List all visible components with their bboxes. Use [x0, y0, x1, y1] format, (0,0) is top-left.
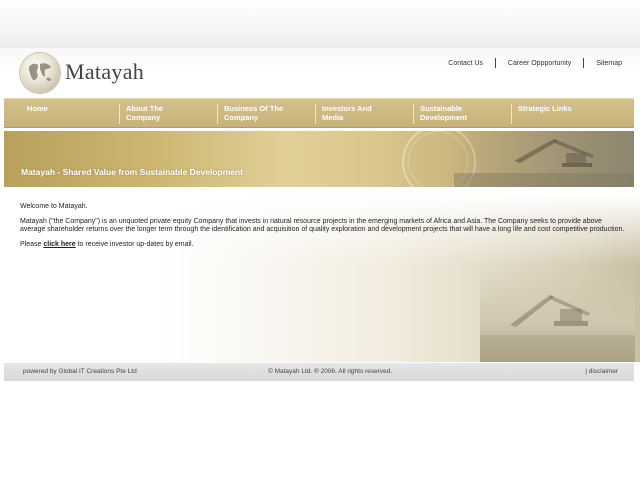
nav-label: Business Of The [224, 104, 284, 113]
mining-site-image [480, 265, 635, 362]
globe-icon [20, 53, 60, 93]
main-nav: Home About The Company Business Of The C… [4, 98, 634, 128]
hero-banner: Matayah - Shared Value from Sustainable … [4, 131, 634, 187]
nav-strategic-links[interactable]: Strategic Links [511, 104, 621, 124]
main-content: Welcome to Matayah. Matayah ("the Compan… [0, 195, 640, 362]
nav-label: Company [126, 113, 161, 122]
welcome-text: Welcome to Matayah. [20, 203, 88, 210]
sitemap-link[interactable]: Sitemap [596, 60, 622, 67]
nav-label: Company [224, 113, 259, 122]
content-text: Welcome to Matayah. Matayah ("the Compan… [20, 203, 625, 255]
contact-us-link[interactable]: Contact Us [448, 60, 483, 67]
logo[interactable]: Matayah [20, 53, 160, 95]
logo-text: Matayah [65, 59, 145, 84]
career-opportunity-link[interactable]: Career Oppportunity [508, 60, 571, 67]
nav-investors-and-media[interactable]: Investors And Media [315, 104, 413, 124]
banner-title: Matayah - Shared Value from Sustainable … [21, 167, 244, 177]
header: Matayah Contact Us Career Oppportunity Sit… [0, 48, 640, 98]
intro-paragraph: Matayah ("the Company") is an unquoted p… [20, 217, 625, 234]
signup-suffix: to receive investor up-dates by email. [75, 240, 194, 248]
divider [494, 58, 496, 68]
mining-machine-image [454, 131, 634, 187]
nav-label: Development [420, 113, 468, 122]
divider [583, 58, 585, 68]
powered-by-text: powered by Global IT Creations Pte Ltd [23, 368, 137, 375]
signup-line: Please click here to receive investor up… [20, 241, 625, 250]
signup-prefix: Please [20, 240, 44, 248]
nav-home[interactable]: Home [27, 104, 119, 124]
nav-about-the-company[interactable]: About The Company [119, 104, 217, 124]
footer: powered by Global IT Creations Pte Ltd ©… [4, 363, 634, 381]
nav-label: Investors And [322, 104, 372, 113]
nav-sustainable-development[interactable]: Sustainable Development [413, 104, 511, 124]
nav-label: Media [322, 113, 344, 122]
disclaimer-link[interactable]: | disclaimer [585, 363, 618, 381]
nav-label: Strategic Links [518, 104, 572, 113]
nav-label: Home [27, 104, 48, 113]
nav-label: Sustainable [420, 104, 463, 113]
nav-label: About The [126, 104, 164, 113]
nav-business-of-the-company[interactable]: Business Of The Company [217, 104, 315, 124]
top-links: Contact Us Career Oppportunity Sitemap [448, 58, 622, 68]
top-spacer [0, 0, 640, 52]
copyright-text: © Matayah Ltd. ® 2006. All rights reserv… [268, 368, 393, 375]
click-here-link[interactable]: click here [43, 241, 75, 248]
